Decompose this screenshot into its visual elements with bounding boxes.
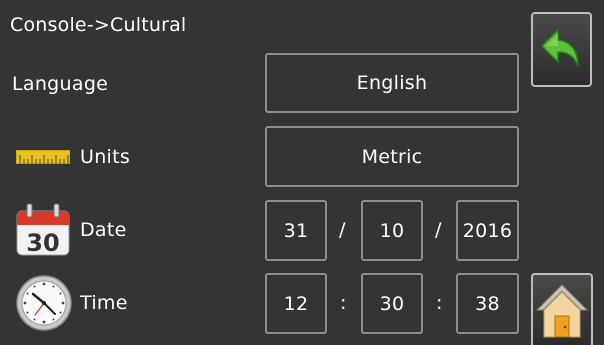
time-minute-field[interactable]: 30 (361, 273, 423, 334)
date-label: Date (80, 219, 127, 241)
back-button[interactable] (531, 12, 592, 87)
home-icon (535, 284, 589, 338)
clock-icon (16, 275, 72, 331)
ruler-icon (16, 150, 70, 164)
units-label: Units (80, 146, 131, 168)
time-separator-2: : (436, 292, 443, 314)
page-title: Console->Cultural (10, 14, 187, 36)
date-month-field[interactable]: 10 (361, 200, 423, 261)
time-hour-field[interactable]: 12 (265, 273, 327, 334)
time-label: Time (80, 292, 128, 314)
units-select[interactable]: Metric (265, 126, 519, 187)
date-separator-1: / (339, 219, 346, 241)
back-arrow-icon (540, 27, 579, 66)
date-day-field[interactable]: 31 (265, 200, 327, 261)
time-separator-1: : (340, 292, 347, 314)
language-select[interactable]: English (265, 53, 519, 113)
time-second-field[interactable]: 38 (456, 273, 519, 334)
calendar-icon-day: 30 (26, 229, 59, 257)
date-year-field[interactable]: 2016 (456, 200, 519, 261)
language-label: Language (12, 73, 109, 95)
home-button[interactable] (531, 273, 593, 345)
calendar-icon: 30 (16, 203, 70, 257)
date-separator-2: / (435, 219, 442, 241)
